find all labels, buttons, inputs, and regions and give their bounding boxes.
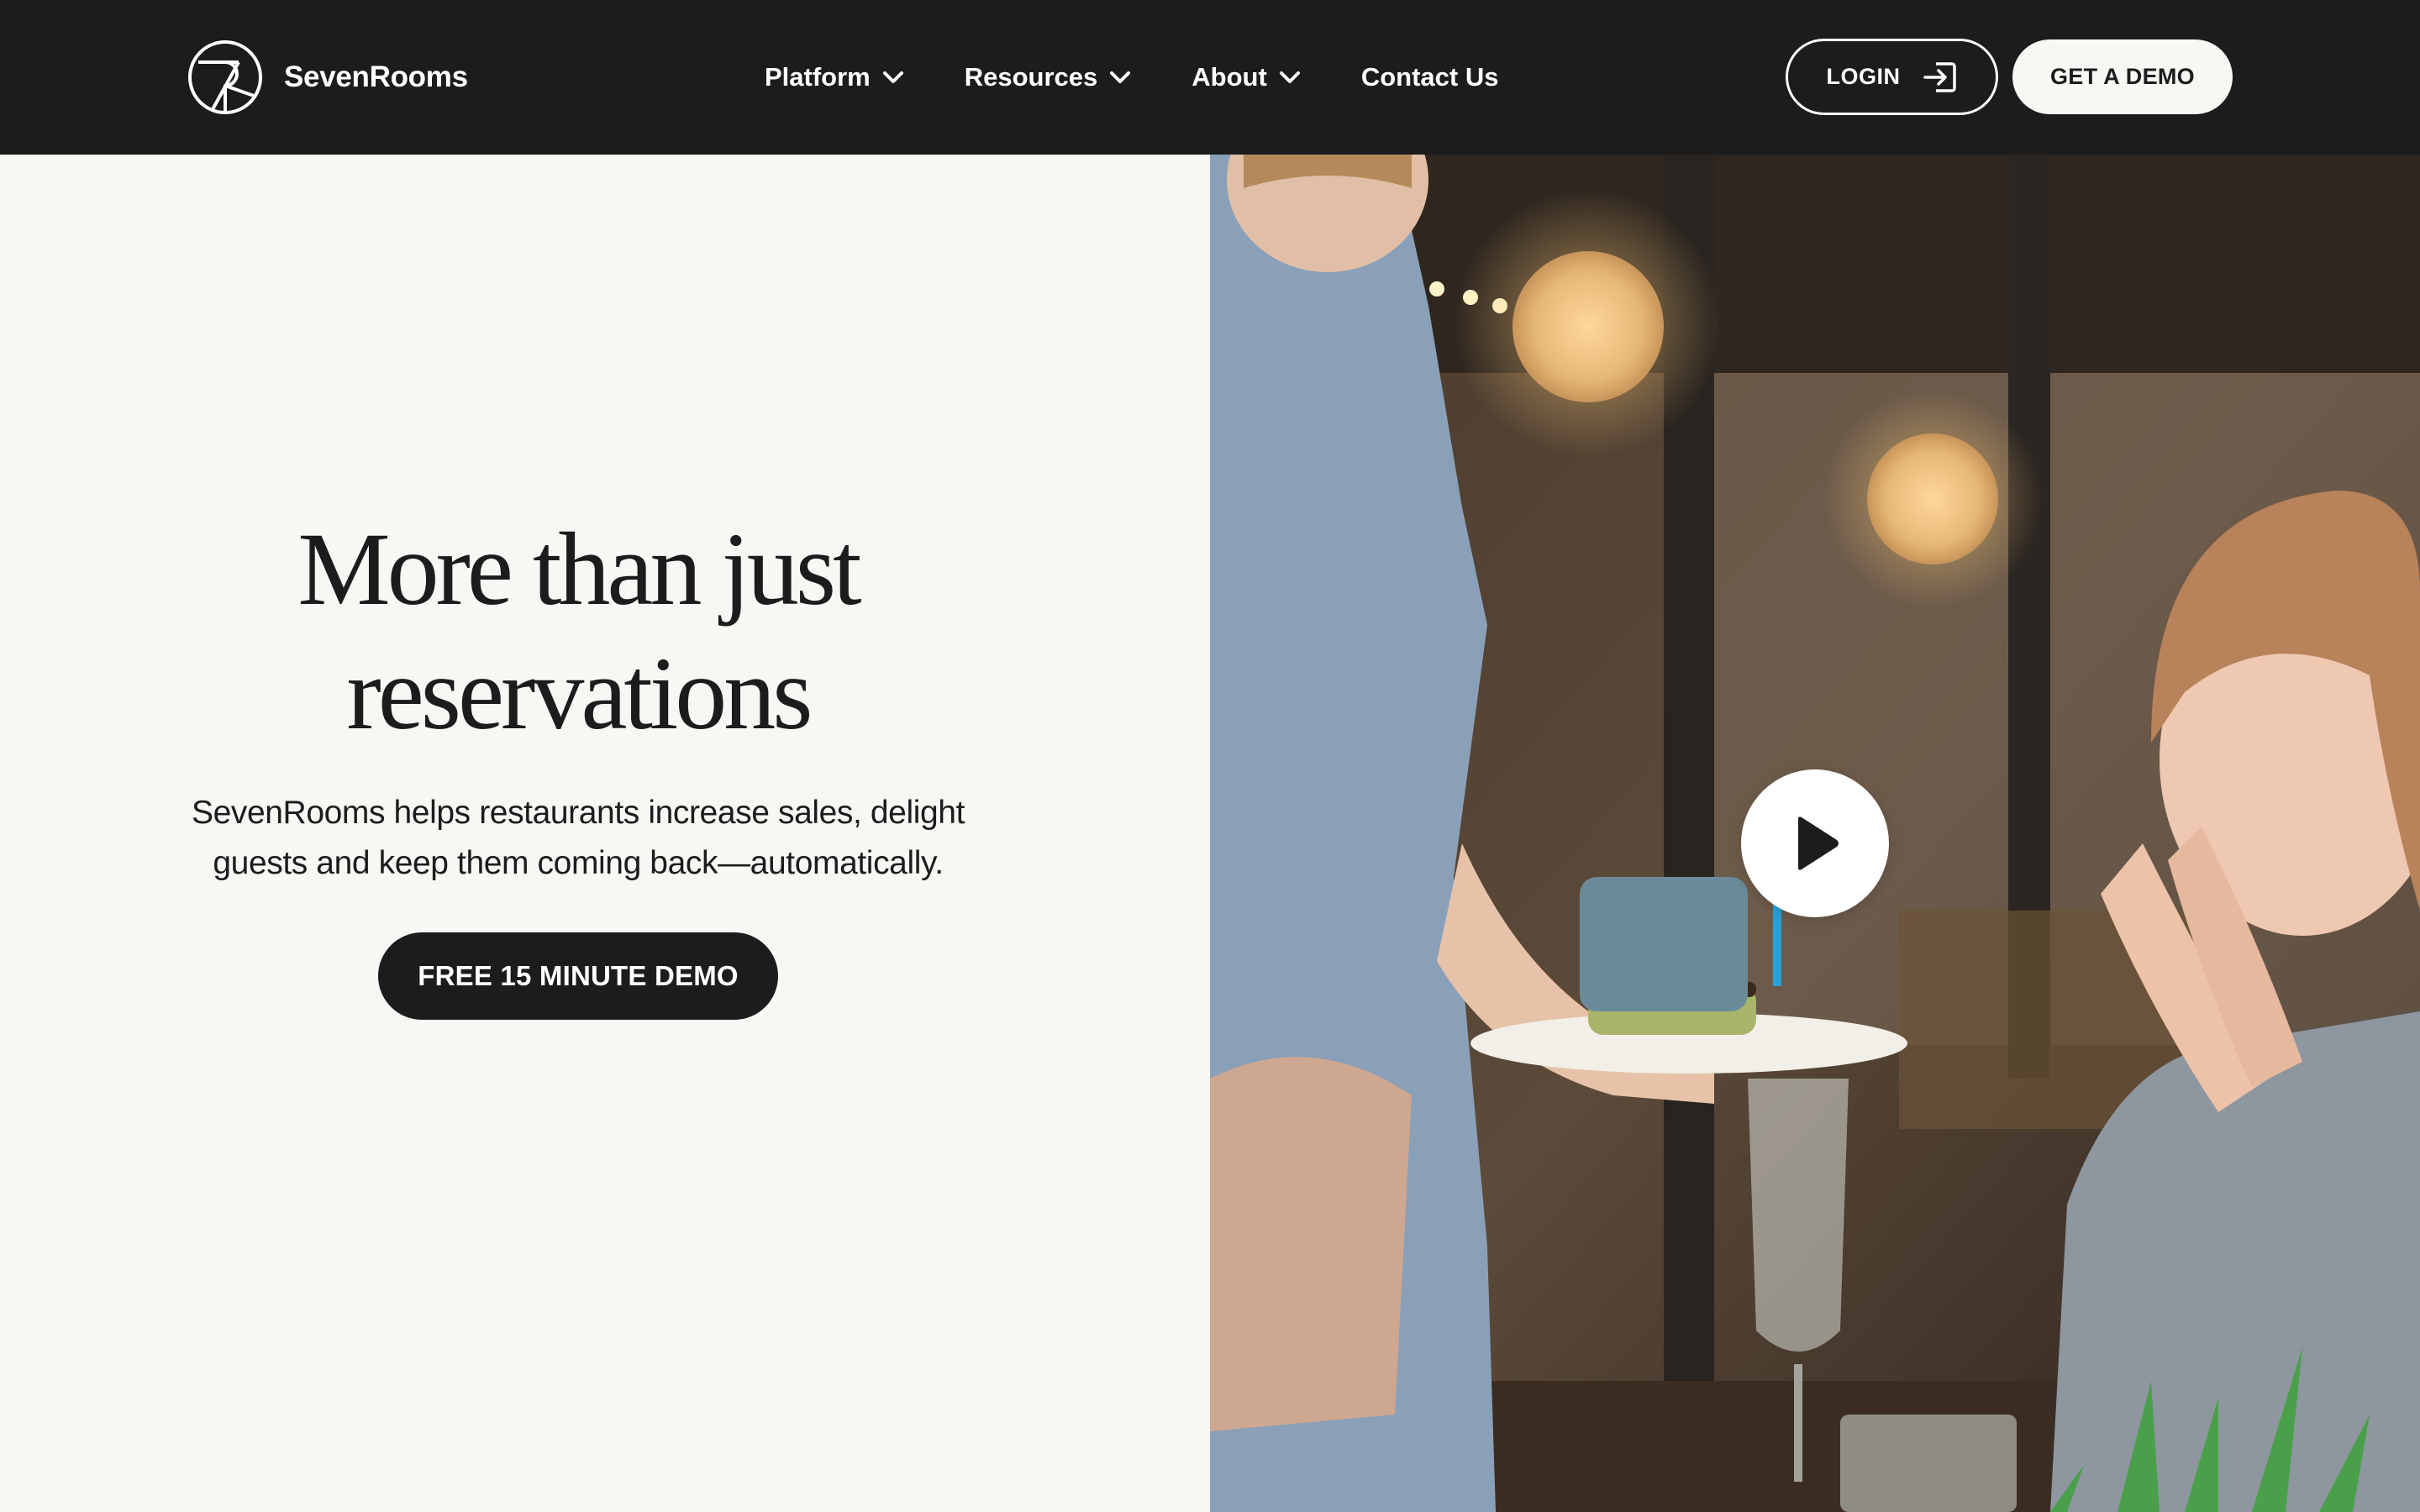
nav-item-label: About: [1192, 62, 1267, 92]
get-a-demo-button[interactable]: GET A DEMO: [2012, 39, 2233, 114]
nav-item-resources[interactable]: Resources: [965, 62, 1132, 92]
headline-line: More than just: [297, 512, 861, 627]
brand-name: SevenRooms: [284, 60, 468, 93]
nav-item-label: Platform: [765, 62, 871, 92]
sign-in-icon: [1923, 61, 1956, 92]
sevenrooms-logo-icon: [188, 40, 262, 114]
nav-item-about[interactable]: About: [1192, 62, 1301, 92]
brand-logo[interactable]: SevenRooms: [187, 39, 468, 116]
hero-section: More than just reservations SevenRooms h…: [0, 155, 1210, 1512]
subhead-line: guests and keep them coming back—automat…: [213, 845, 944, 881]
subhead-line: SevenRooms helps restaurants increase sa…: [191, 795, 965, 831]
chevron-down-icon: [1279, 71, 1300, 83]
headline-line: reservations: [346, 636, 813, 751]
hero-headline: More than just reservations: [0, 507, 1156, 756]
login-button[interactable]: LOGIN: [1786, 39, 1998, 115]
play-icon: [1798, 816, 1839, 870]
login-label: LOGIN: [1826, 64, 1901, 89]
chevron-down-icon: [882, 71, 903, 83]
nav-item-contact-us[interactable]: Contact Us: [1361, 62, 1499, 92]
hero-subheading: SevenRooms helps restaurants increase sa…: [158, 788, 998, 889]
free-demo-button[interactable]: FREE 15 MINUTE DEMO: [378, 932, 778, 1020]
nav-item-label: Resources: [964, 62, 1098, 92]
top-navigation: SevenRooms Platform Resources About Cont…: [0, 0, 2420, 155]
chevron-down-icon: [1110, 71, 1131, 83]
nav-item-label: Contact Us: [1360, 62, 1499, 92]
nav-item-platform[interactable]: Platform: [765, 62, 904, 92]
play-video-button[interactable]: [1741, 769, 1889, 917]
main-menu: Platform Resources About Contact Us: [765, 55, 1498, 99]
